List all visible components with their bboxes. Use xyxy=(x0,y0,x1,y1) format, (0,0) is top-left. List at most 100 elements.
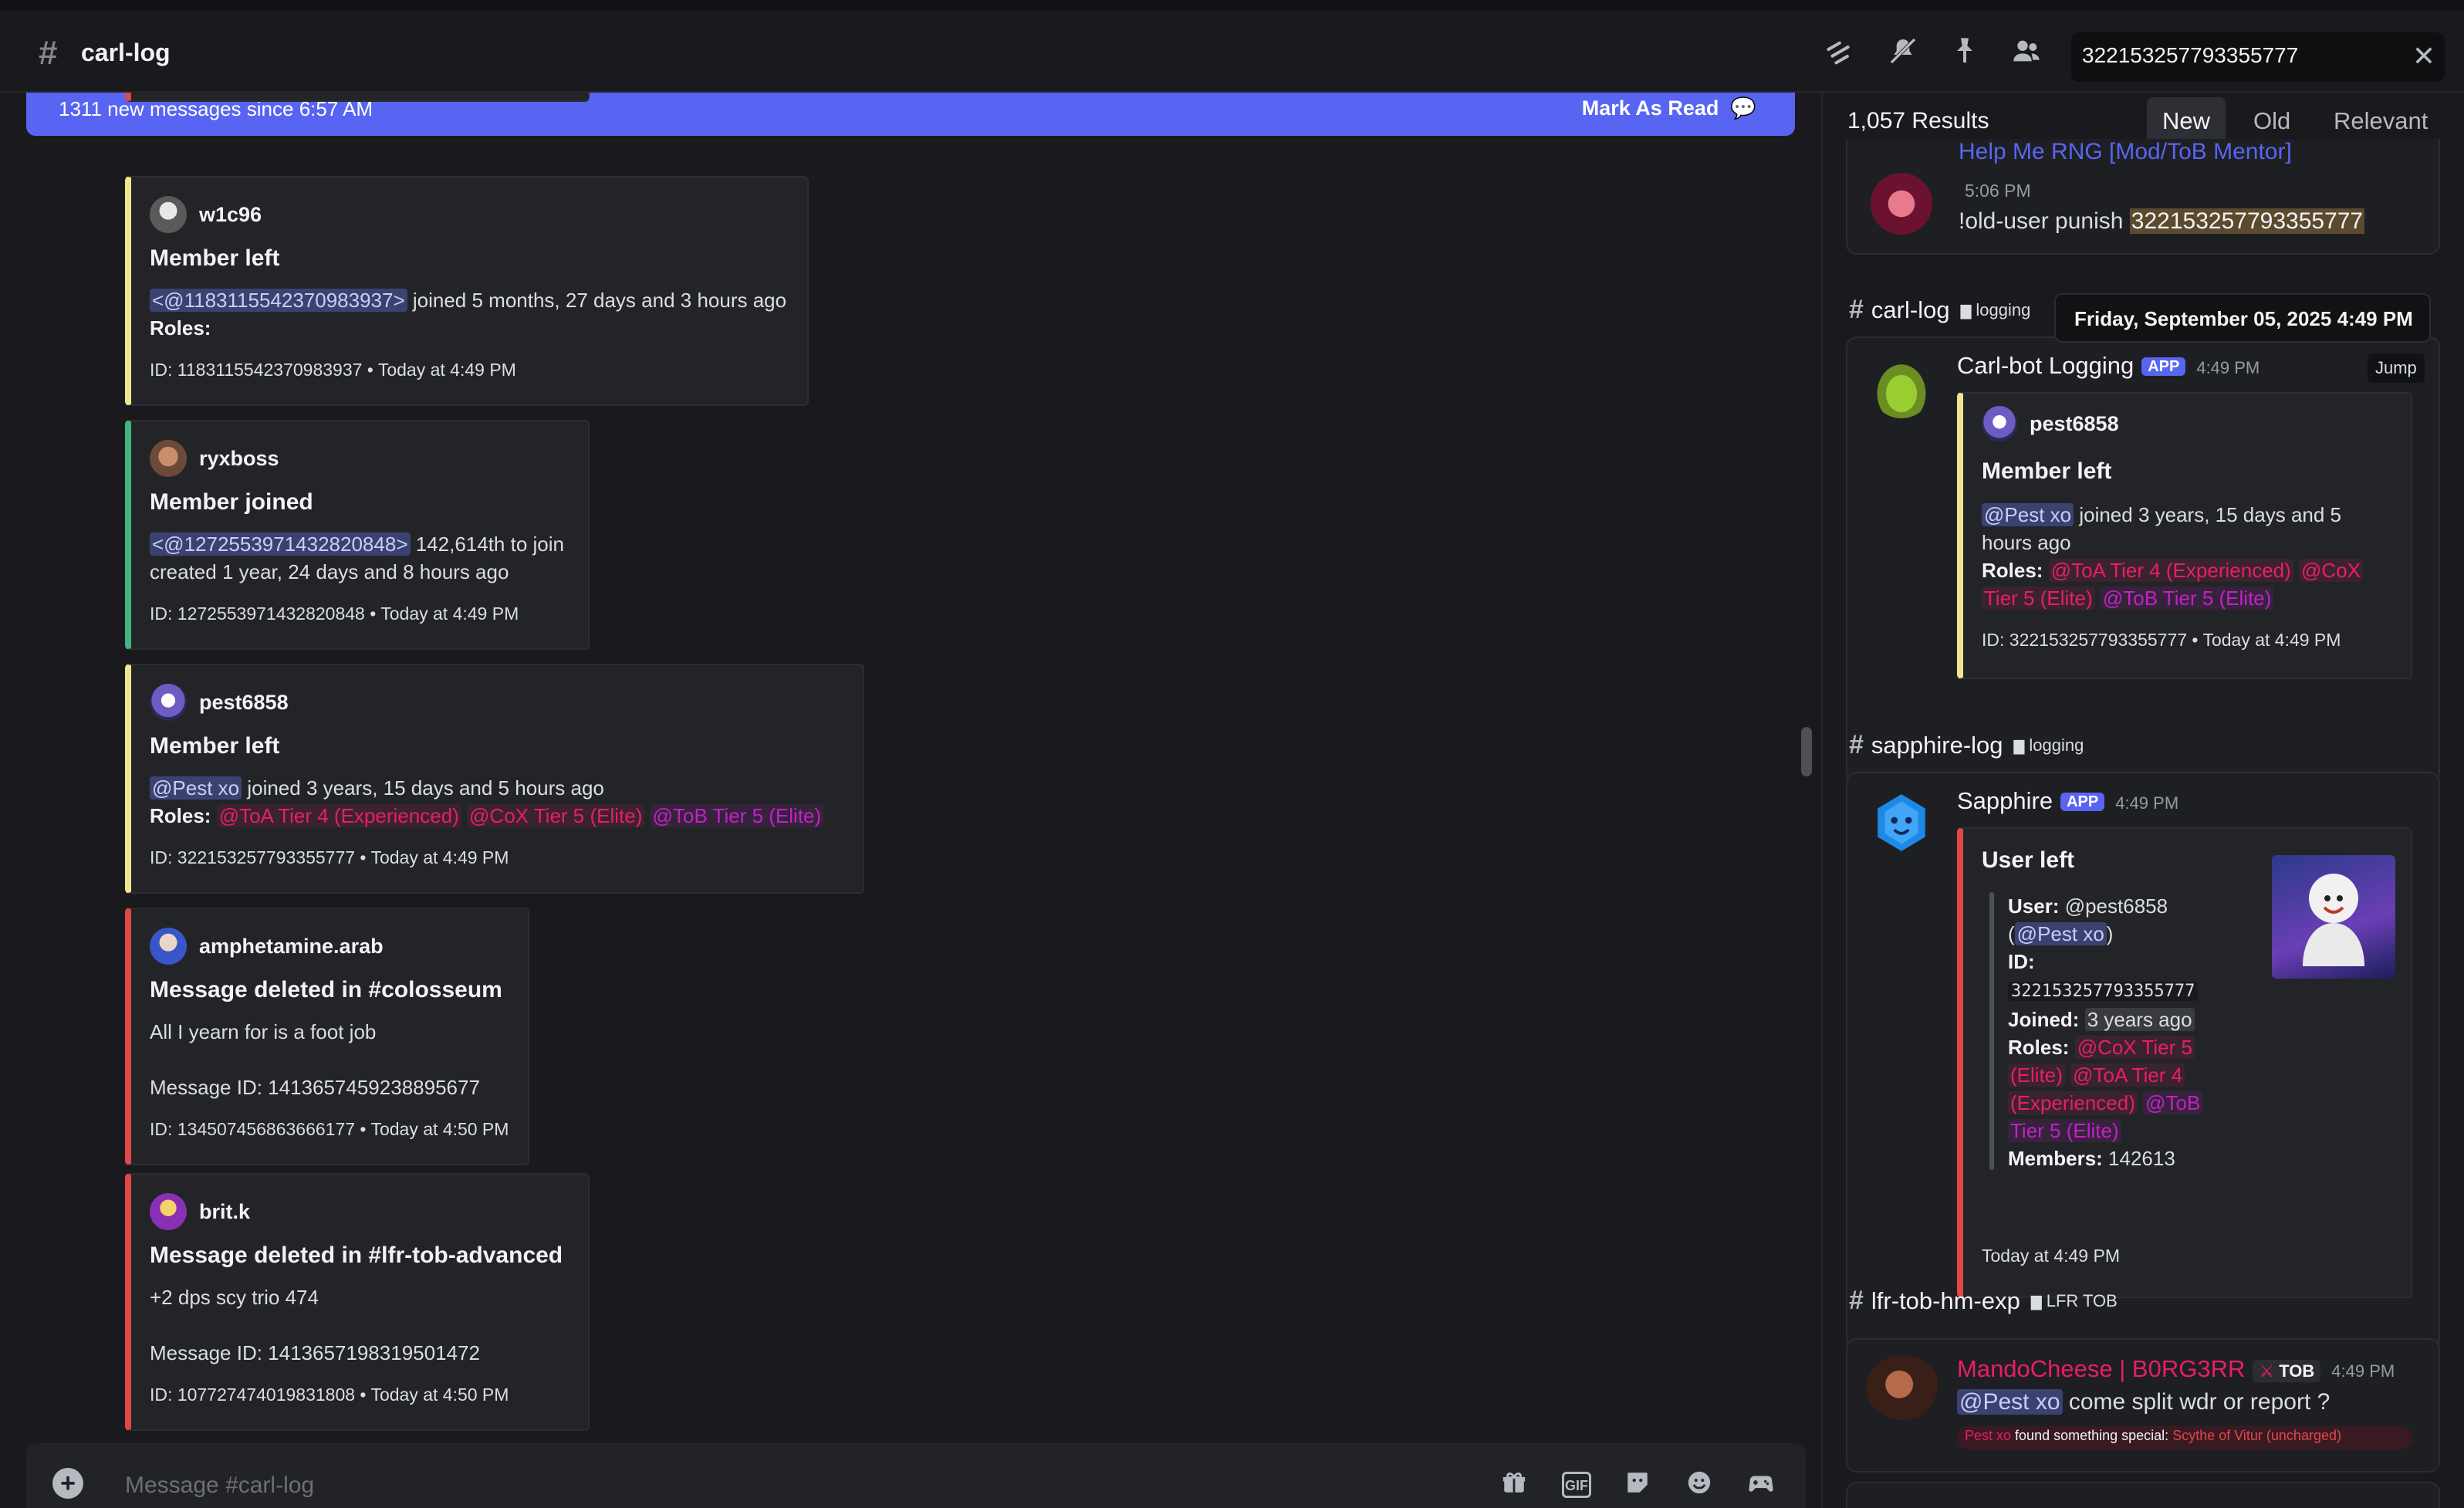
role-mention[interactable]: @CoX Tier 5 (Elite) xyxy=(467,804,645,827)
embed-footer: ID: 1183115542370983937 • Today at 4:49 … xyxy=(150,360,516,380)
timestamp-tooltip: Friday, September 05, 2025 4:49 PM xyxy=(2054,293,2431,343)
category-label: logging xyxy=(2014,735,2084,756)
role-mention[interactable]: @ToA Tier 4 (Experienced) xyxy=(2048,559,2293,582)
user-mention[interactable]: <@1272553971432820848> xyxy=(150,533,411,556)
embed-author-name[interactable]: pest6858 xyxy=(199,691,289,715)
role-mention[interactable]: @CoX Tier 5 xyxy=(2074,1036,2195,1059)
sort-tab-new[interactable]: New xyxy=(2147,97,2226,145)
search-result[interactable] xyxy=(1846,1482,2440,1508)
search-query: 322153257793355777 xyxy=(2082,43,2299,67)
user-thumbnail[interactable] xyxy=(2272,855,2395,979)
role-mention[interactable]: Tier 5 (Elite) xyxy=(1982,587,2095,610)
search-input[interactable]: 322153257793355777 ✕ xyxy=(2071,32,2445,82)
activities-icon[interactable] xyxy=(1744,1469,1778,1500)
embed-author: brit.k xyxy=(150,1193,250,1230)
result-author[interactable]: Sapphire xyxy=(1957,787,2053,814)
role-mention[interactable]: (Experienced) xyxy=(2008,1091,2138,1114)
result-channel-name: sapphire-log xyxy=(1871,731,2003,759)
chat-scrollbar[interactable] xyxy=(1801,727,1812,776)
result-channel-header[interactable]: # carl-log logging xyxy=(1849,295,2030,325)
embed-author-name[interactable]: amphetamine.arab xyxy=(199,935,384,959)
joined-value: 3 years ago xyxy=(2084,1008,2195,1031)
embed-footer: ID: 322153257793355777 • Today at 4:49 P… xyxy=(1982,630,2341,650)
role-mention[interactable]: Tier 5 (Elite) xyxy=(2008,1119,2121,1142)
sort-tab-relevant[interactable]: Relevant xyxy=(2318,97,2443,145)
attach-plus-icon[interactable]: + xyxy=(52,1468,83,1499)
result-author[interactable]: MandoCheese | B0RG3RR xyxy=(1957,1355,2245,1382)
embed-author-name[interactable]: pest6858 xyxy=(2030,412,2119,436)
role-mention[interactable]: @ToA Tier 4 xyxy=(2070,1063,2185,1087)
embed-author-name[interactable]: w1c96 xyxy=(199,203,262,227)
gift-icon[interactable] xyxy=(1497,1469,1531,1500)
embed-author: ryxboss xyxy=(150,440,279,477)
result-author-line: Carl-bot Logging APP 4:49 PM xyxy=(1957,352,2260,380)
gif-icon[interactable]: GIF xyxy=(1562,1472,1591,1498)
jump-button[interactable]: Jump xyxy=(2368,353,2425,383)
clear-search-icon[interactable]: ✕ xyxy=(2412,40,2435,73)
sort-tab-old[interactable]: Old xyxy=(2238,97,2306,145)
category-label: logging xyxy=(1961,300,2030,320)
hash-icon: # xyxy=(1849,730,1864,759)
user-mention[interactable]: @Pest xo xyxy=(150,776,242,800)
role-mention[interactable]: @ToB xyxy=(2143,1091,2203,1114)
reply-preview[interactable]: Pest xo found something special: Scythe … xyxy=(1957,1426,2412,1449)
log-embed: amphetamine.arab Message deleted in #col… xyxy=(125,908,529,1165)
result-time: 4:49 PM xyxy=(2115,793,2179,813)
sticker-icon[interactable] xyxy=(1621,1469,1654,1500)
message-composer[interactable]: + Message #carl-log GIF xyxy=(26,1443,1806,1508)
role-mention[interactable]: @ToA Tier 4 (Experienced) xyxy=(216,804,461,827)
role-mention[interactable]: @ToB Tier 5 (Elite) xyxy=(2100,587,2274,610)
result-channel-name: lfr-tob-hm-exp xyxy=(1871,1287,2020,1314)
avatar xyxy=(1871,173,1932,235)
mark-as-read-button[interactable]: Mark As Read 💬 xyxy=(1582,96,1756,120)
message-input[interactable]: Message #carl-log xyxy=(125,1472,314,1499)
user-mention[interactable]: <@1183115542370983937> xyxy=(150,289,407,312)
members-label: Members: xyxy=(2008,1147,2103,1170)
roles-label: Roles: xyxy=(2008,1036,2070,1059)
log-embed: brit.k Message deleted in #lfr-tob-advan… xyxy=(125,1173,590,1431)
embed-line: (Elite) @ToA Tier 4 xyxy=(2008,1061,2239,1089)
search-highlight: 322153257793355777 xyxy=(2129,208,2365,234)
result-channel-header[interactable]: # lfr-tob-hm-exp LFR TOB xyxy=(1849,1286,2118,1316)
avatar xyxy=(150,440,187,477)
user-mention[interactable]: @Pest xo xyxy=(2014,922,2107,945)
avatar xyxy=(1866,1355,1940,1420)
embed-author: w1c96 xyxy=(150,196,262,233)
role-tag-label: TOB xyxy=(2279,1361,2315,1381)
role-mention[interactable]: (Elite) xyxy=(2008,1063,2065,1087)
result-channel-header[interactable]: #sapphire-log logging xyxy=(1849,730,2084,760)
mute-icon[interactable] xyxy=(1884,36,1922,73)
embed-text: All I yearn for is a foot job xyxy=(150,1020,377,1043)
app-badge: APP xyxy=(2141,357,2186,377)
role-mention[interactable]: @CoX xyxy=(2299,559,2364,582)
user-mention[interactable]: @Pest xo xyxy=(1982,503,2074,526)
search-result[interactable]: Sapphire APP 4:49 PM User left User: @pest… xyxy=(1846,772,2440,1351)
role-mention[interactable]: @ToB Tier 5 (Elite) xyxy=(650,804,824,827)
search-result[interactable]: Help Me RNG [Mod/ToB Mentor] 5:06 PM !ol… xyxy=(1846,139,2440,255)
embed-line: <@1272553971432820848> 142,614th to join xyxy=(150,533,564,556)
members-icon[interactable] xyxy=(2008,36,2045,73)
user-id-code: 322153257793355777 xyxy=(2008,982,2199,1001)
result-author[interactable]: Help Me RNG [Mod/ToB Mentor] xyxy=(1959,139,2292,165)
result-text: !old-user punish xyxy=(1959,208,2130,234)
roles-label: Roles: xyxy=(150,804,211,827)
roles-label: Roles: xyxy=(1982,559,2043,582)
threads-icon[interactable] xyxy=(1823,36,1860,73)
search-result[interactable]: Carl-bot Logging APP 4:49 PM pest6858 Memb… xyxy=(1846,336,2440,784)
emoji-icon[interactable] xyxy=(1682,1469,1716,1500)
embed-line: 322153257793355777 xyxy=(2008,975,2239,1006)
embed-text: joined 5 months, 27 days and 3 hours ago xyxy=(407,289,787,312)
id-label: ID: xyxy=(2008,950,2035,973)
embed-footer: Today at 4:49 PM xyxy=(1982,1246,2120,1266)
result-author[interactable]: Carl-bot Logging xyxy=(1957,352,2134,379)
result-author-line: MandoCheese | B0RG3RR ⚔ TOB 4:49 PM xyxy=(1957,1355,2395,1383)
user-mention[interactable]: @Pest xo xyxy=(1957,1389,2063,1415)
embed-author-name[interactable]: ryxboss xyxy=(199,447,279,471)
embed-line: Roles: @ToA Tier 4 (Experienced) @CoX Ti… xyxy=(150,804,824,828)
embed-author-name[interactable]: brit.k xyxy=(199,1200,250,1224)
result-channel-name: carl-log xyxy=(1871,296,1950,323)
search-result[interactable]: MandoCheese | B0RG3RR ⚔ TOB 4:49 PM @Pest … xyxy=(1846,1338,2440,1472)
embed-partial xyxy=(125,93,590,102)
paren: ( xyxy=(2008,922,2015,945)
pin-icon[interactable] xyxy=(1946,36,1983,73)
